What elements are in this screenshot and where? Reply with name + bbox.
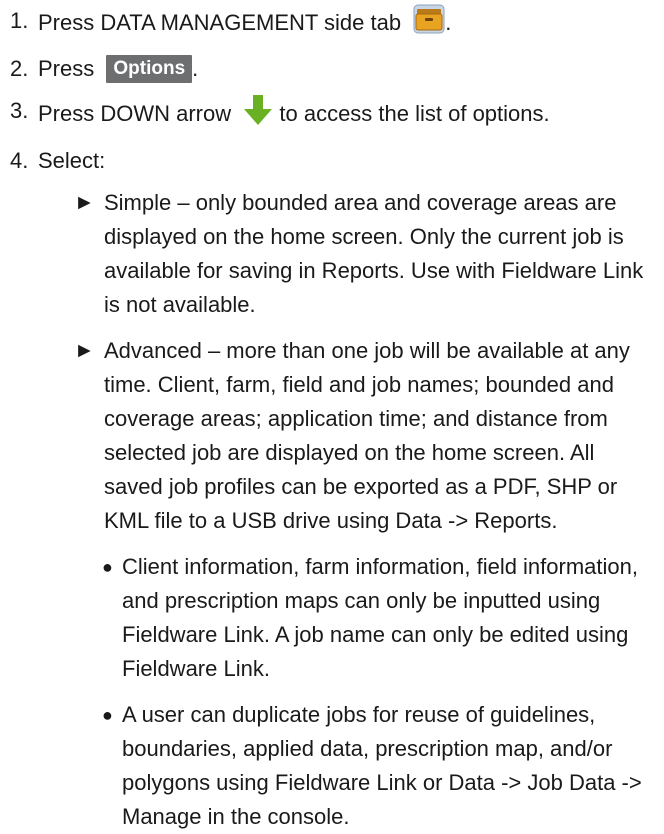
step-text-end: .	[192, 56, 199, 81]
dot-bullet-icon: ●	[102, 557, 113, 577]
step-text: Press DOWN arrow	[38, 100, 232, 126]
step-text: Select:	[38, 148, 106, 173]
triangle-bullet-icon: ►	[74, 191, 95, 214]
option-text: Simple – only bounded area and coverage …	[104, 190, 644, 317]
note-text: A user can duplicate jobs for reuse of g…	[122, 702, 642, 829]
option-advanced: ► Advanced – more than one job will be a…	[10, 334, 654, 538]
step-2: 2. Press Options.	[10, 52, 654, 86]
step-text: Press	[38, 56, 95, 81]
option-text: Advanced – more than one job will be ava…	[104, 338, 630, 533]
step-number: 4.	[10, 148, 29, 173]
option-simple: ► Simple – only bounded area and coverag…	[10, 186, 654, 322]
down-arrow-icon	[243, 94, 273, 136]
instruction-page: 1. Press DATA MANAGEMENT side tab . 2. P…	[0, 0, 664, 834]
triangle-bullet-icon: ►	[74, 339, 95, 362]
step-4: 4. Select:	[10, 144, 654, 178]
dot-bullet-icon: ●	[102, 705, 113, 725]
step-number: 1.	[10, 8, 29, 33]
data-management-tab-icon	[413, 4, 445, 44]
advanced-note-2: ● A user can duplicate jobs for reuse of…	[10, 698, 654, 834]
note-text: Client information, farm information, fi…	[122, 554, 638, 681]
step-text: Press DATA MANAGEMENT side tab	[38, 9, 402, 35]
options-button[interactable]: Options	[106, 55, 193, 83]
step-1: 1. Press DATA MANAGEMENT side tab .	[10, 4, 654, 44]
step-number: 2.	[10, 56, 29, 81]
advanced-note-1: ● Client information, farm information, …	[10, 550, 654, 686]
step-text-end: .	[445, 9, 452, 35]
step-3: 3. Press DOWN arrow to access the list o…	[10, 94, 654, 136]
step-text-end: to access the list of options.	[279, 100, 550, 126]
step-number: 3.	[10, 98, 29, 123]
